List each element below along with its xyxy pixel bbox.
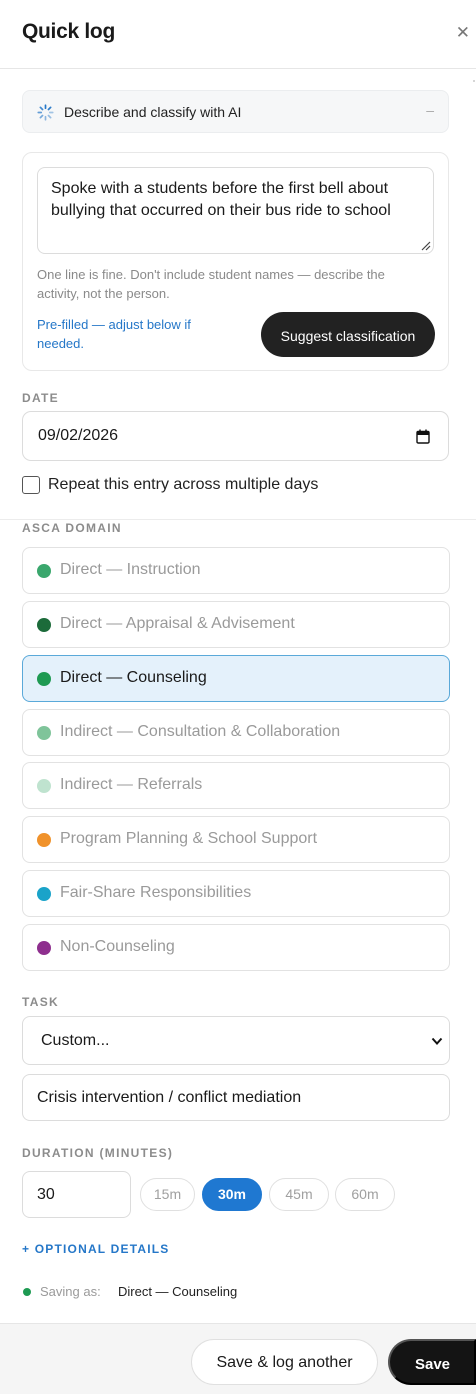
duration-label: DURATION (MINUTES) <box>22 1146 174 1160</box>
domain-option-fair-share[interactable]: Fair-Share Responsibilities <box>22 870 450 917</box>
domain-option-label: Direct — Appraisal & Advisement <box>60 615 295 632</box>
saving-as-value: Direct — Counseling <box>118 1284 238 1299</box>
date-value: 09/02/2026 <box>38 427 119 444</box>
domain-color-dot <box>37 564 51 578</box>
close-icon[interactable]: ✕ <box>456 24 470 41</box>
domain-color-dot <box>37 726 51 740</box>
chevron-down-icon <box>431 1037 443 1045</box>
domain-color-dot <box>37 833 51 847</box>
domain-option-label: Direct — Instruction <box>60 561 201 578</box>
domain-color-dot <box>37 887 51 901</box>
domain-color-dot <box>37 618 51 632</box>
domain-option-label: Program Planning & School Support <box>60 830 318 847</box>
status-dot <box>23 1288 31 1296</box>
ai-bar-label: Describe and classify with AI <box>64 104 242 120</box>
section-divider <box>0 519 476 520</box>
duration-preset-45m[interactable]: 45m <box>269 1178 329 1211</box>
duration-preset-30m[interactable]: 30m <box>202 1178 262 1211</box>
domain-option-label: Indirect — Consultation & Collaboration <box>60 723 341 740</box>
prefilled-note: Pre-filled — adjust below if needed. <box>37 317 191 351</box>
activity-description-input[interactable]: Spoke with a students before the first b… <box>37 167 434 254</box>
resize-handle-icon[interactable] <box>421 241 431 251</box>
date-input[interactable]: 09/02/2026 <box>22 411 449 461</box>
collapse-icon[interactable]: – <box>426 102 434 118</box>
date-label: DATE <box>22 391 59 405</box>
privacy-hint: One line is fine. Don't include student … <box>37 267 385 301</box>
repeat-label: Repeat this entry across multiple days <box>48 476 319 493</box>
domain-option-program-planning[interactable]: Program Planning & School Support <box>22 816 450 863</box>
custom-task-input[interactable]: Crisis intervention / conflict mediation <box>22 1074 450 1121</box>
save-and-log-another-button[interactable]: Save & log another <box>191 1339 378 1385</box>
loading-spinner-icon <box>37 104 54 121</box>
domain-option-non-counseling[interactable]: Non-Counseling <box>22 924 450 971</box>
domain-color-dot <box>37 672 51 686</box>
duration-preset-15m[interactable]: 15m <box>140 1178 195 1211</box>
task-select[interactable]: Custom... <box>22 1016 450 1065</box>
ai-classify-toggle[interactable]: Describe and classify with AI – <box>22 90 449 133</box>
custom-task-value: Crisis intervention / conflict mediation <box>37 1089 302 1106</box>
ai-description-card: Spoke with a students before the first b… <box>22 152 449 371</box>
suggest-classification-button[interactable]: Suggest classification <box>261 312 435 357</box>
domain-option-direct-instruction[interactable]: Direct — Instruction <box>22 547 450 594</box>
domain-option-label: Indirect — Referrals <box>60 776 203 793</box>
modal-footer: Save & log another Save <box>0 1323 476 1394</box>
calendar-icon[interactable] <box>416 429 430 444</box>
duration-value: 30 <box>37 1186 55 1203</box>
domain-color-dot <box>37 941 51 955</box>
domain-option-indirect-referrals[interactable]: Indirect — Referrals <box>22 762 450 809</box>
domain-option-direct-counseling[interactable]: Direct — Counseling <box>22 655 450 702</box>
task-selected-value: Custom... <box>41 1032 110 1049</box>
scroll-edge-mark: ˈ <box>472 78 476 92</box>
domain-option-label: Non-Counseling <box>60 938 175 955</box>
asca-domain-label: ASCA DOMAIN <box>22 521 122 535</box>
domain-option-label: Direct — Counseling <box>60 669 207 686</box>
domain-option-indirect-consultation[interactable]: Indirect — Consultation & Collaboration <box>22 709 450 756</box>
repeat-checkbox[interactable] <box>22 476 40 494</box>
modal-title: Quick log <box>22 20 115 43</box>
domain-color-dot <box>37 779 51 793</box>
duration-input[interactable]: 30 <box>22 1171 131 1218</box>
domain-option-label: Fair-Share Responsibilities <box>60 884 252 901</box>
saving-as-label: Saving as: <box>40 1284 101 1299</box>
duration-preset-60m[interactable]: 60m <box>335 1178 395 1211</box>
task-label: TASK <box>22 995 59 1009</box>
optional-details-toggle[interactable]: + OPTIONAL DETAILS <box>22 1242 170 1256</box>
modal-header: Quick log ✕ <box>0 0 476 69</box>
domain-option-direct-appraisal[interactable]: Direct — Appraisal & Advisement <box>22 601 450 648</box>
save-button[interactable]: Save <box>388 1339 476 1385</box>
